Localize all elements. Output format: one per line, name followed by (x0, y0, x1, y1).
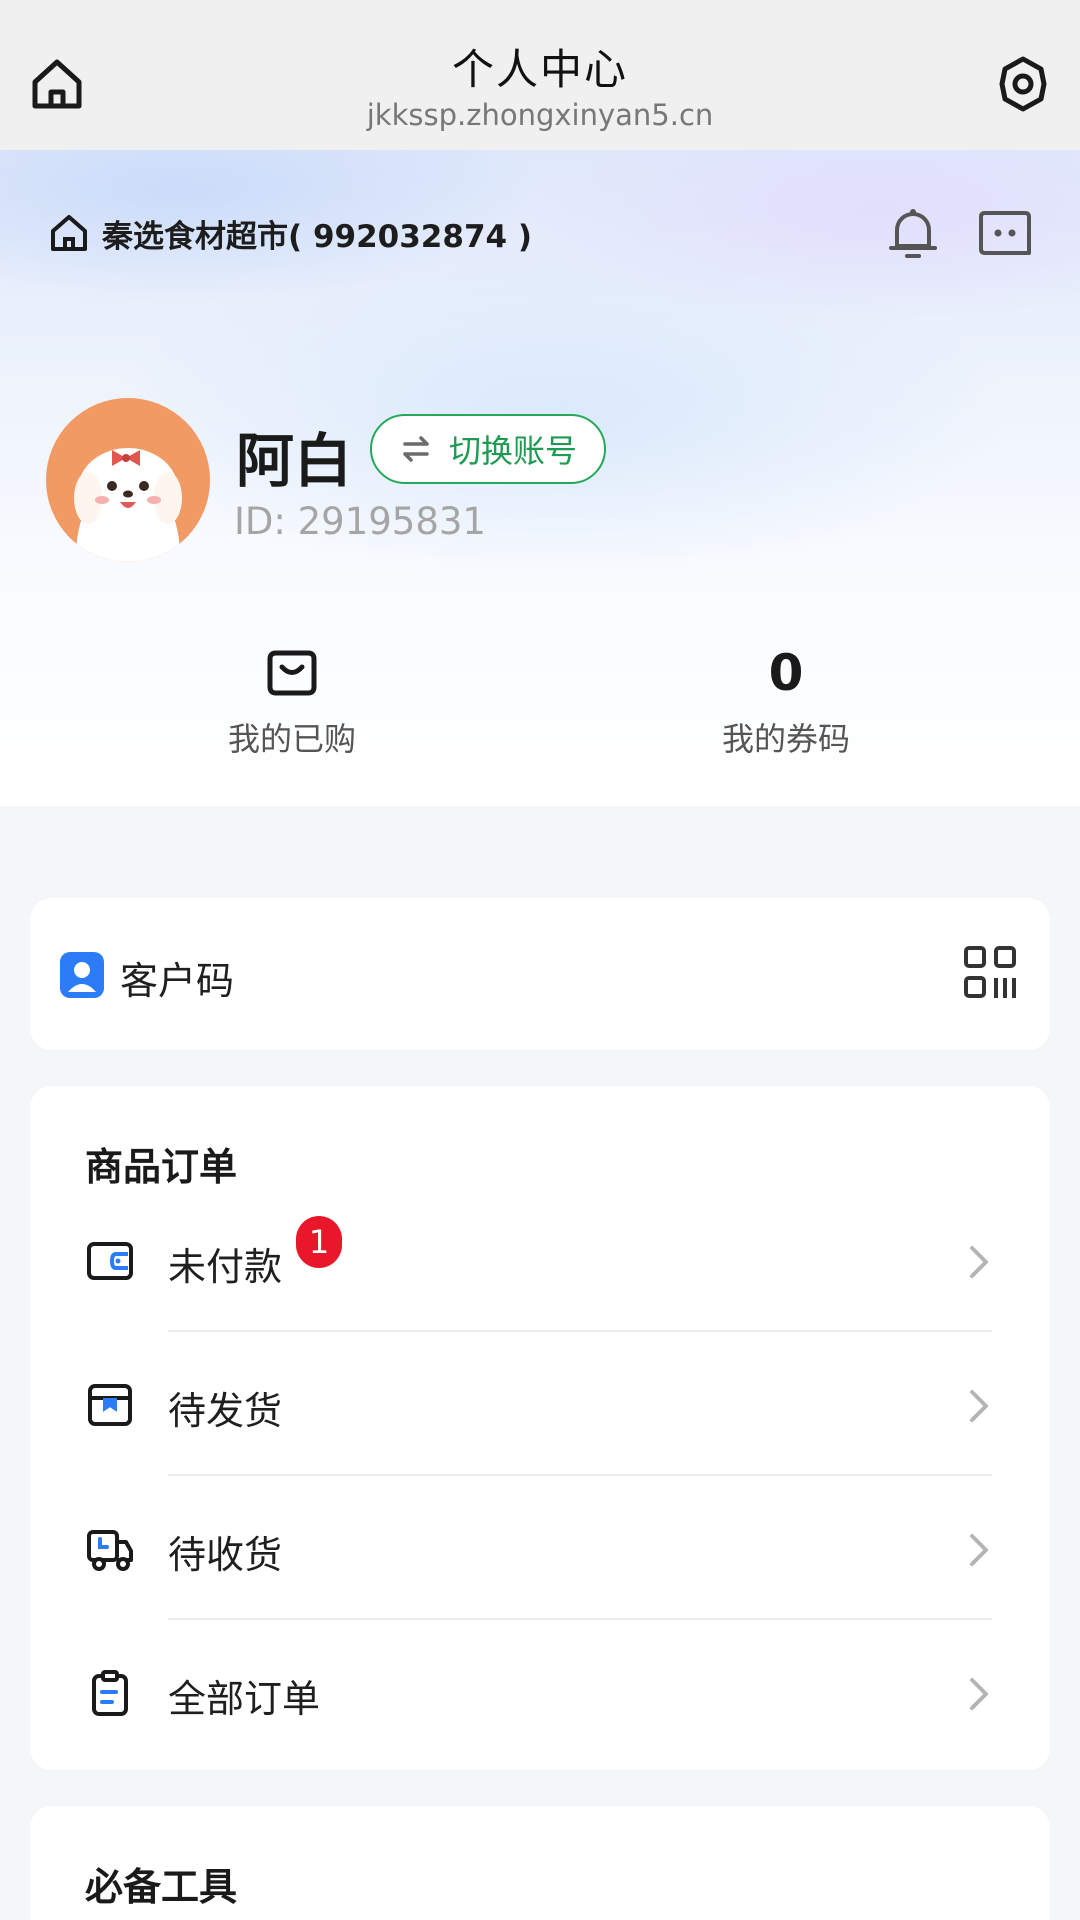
page-title: 个人中心 (451, 45, 628, 94)
chevron-right-icon (970, 1246, 988, 1278)
package-icon (88, 1384, 132, 1426)
order-row-label: 待收货 (168, 1533, 283, 1577)
user-id: ID: 29195831 (234, 500, 486, 543)
clipboard-icon (92, 1670, 128, 1716)
order-row-to-receive[interactable]: 待收货 (30, 1476, 1050, 1620)
switch-account-button[interactable]: 切换账号 (370, 414, 606, 484)
orders-title: 商品订单 (85, 1145, 238, 1189)
my-purchased-label: 我的已购 (227, 720, 356, 758)
tools-card: 必备工具 (30, 1806, 1050, 1920)
order-row-unpaid[interactable]: 未付款 1 (30, 1188, 1050, 1332)
customer-code-card[interactable]: 客户码 (30, 898, 1050, 1050)
order-row-label: 待发货 (168, 1389, 283, 1433)
unpaid-count-badge: 1 (296, 1216, 342, 1268)
shop-name: 秦选食材超市( 992032874 ) (102, 218, 533, 255)
order-row-all-orders[interactable]: 全部订单 (30, 1620, 1050, 1764)
order-row-label: 全部订单 (168, 1677, 321, 1721)
profile-header: 秦选食材超市( 992032874 ) 阿白 切换账号 ID: 29195831… (0, 150, 1080, 806)
top-navigation-bar: 个人中心 jkkssp.zhongxinyan5.cn (0, 0, 1080, 150)
chevron-right-icon (970, 1678, 988, 1710)
user-name: 阿白 (236, 427, 353, 495)
my-purchased-button[interactable]: 我的已购 (142, 638, 442, 760)
shopping-bag-icon (267, 650, 317, 696)
shop-selector[interactable]: 秦选食材超市( 992032874 ) (48, 208, 532, 258)
switch-account-label: 切换账号 (448, 432, 577, 470)
customer-code-label: 客户码 (120, 959, 235, 1003)
chevron-right-icon (970, 1390, 988, 1422)
avatar[interactable] (46, 398, 210, 562)
tools-title: 必备工具 (85, 1865, 238, 1909)
coupons-count: 0 (768, 644, 804, 702)
message-icon[interactable] (974, 202, 1036, 264)
orders-card: 商品订单 未付款 1 待发货 待收货 全部订单 (30, 1086, 1050, 1770)
my-coupons-label: 我的券码 (721, 720, 850, 758)
my-coupons-button[interactable]: 0 我的券码 (636, 638, 936, 760)
store-home-icon (51, 215, 87, 251)
bell-icon[interactable] (882, 202, 944, 264)
order-row-to-ship[interactable]: 待发货 (30, 1332, 1050, 1476)
truck-icon (87, 1530, 133, 1571)
gear-icon[interactable] (991, 52, 1055, 116)
swap-icon (403, 436, 429, 462)
chevron-right-icon (970, 1534, 988, 1566)
user-card-icon (60, 952, 104, 998)
order-row-label: 未付款 (168, 1245, 283, 1289)
qr-code-icon[interactable] (964, 946, 1016, 1000)
wallet-icon (87, 1242, 133, 1280)
page-url: jkkssp.zhongxinyan5.cn (366, 98, 714, 132)
